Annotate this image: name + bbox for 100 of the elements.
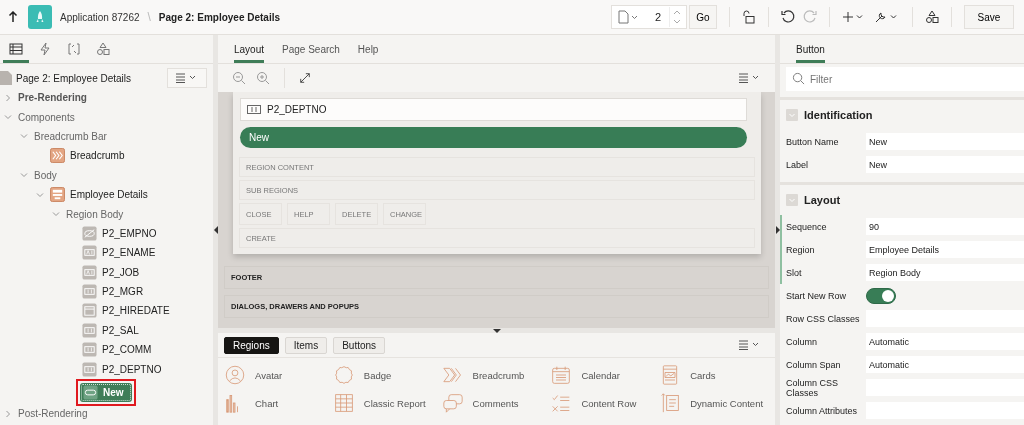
tree-node[interactable]: Body (34, 169, 57, 181)
gallery-item[interactable]: Badge (363, 369, 392, 381)
page-selector[interactable]: 2 (611, 5, 687, 29)
spinner-icon[interactable] (669, 7, 682, 27)
page-caret-icon[interactable] (618, 10, 640, 24)
gallery-item[interactable]: Cards (690, 369, 716, 381)
tree-node[interactable]: Post-Rendering (18, 408, 88, 420)
chevron-right-icon[interactable] (4, 409, 12, 418)
button-icon (83, 384, 98, 400)
page-number-field[interactable]: 2 (644, 11, 665, 23)
rocket-app-icon[interactable] (28, 5, 52, 29)
go-button[interactable]: Go (689, 5, 717, 29)
property-field[interactable]: New (866, 133, 1024, 150)
property-field[interactable]: New (866, 156, 1024, 173)
gallery-tab[interactable]: Regions (224, 336, 279, 354)
expand-icon[interactable] (299, 72, 311, 84)
page-node[interactable]: Page 2: Employee Details (16, 72, 132, 84)
property-label: Slot (785, 267, 803, 278)
tree-node[interactable]: P2_HIREDATE (82, 303, 170, 319)
text-field-icon (82, 245, 97, 261)
tree-node[interactable]: P2_SAL (82, 322, 139, 338)
menu-button[interactable] (167, 68, 207, 88)
tree-node[interactable]: New (80, 382, 132, 402)
property-label: Sequence (785, 221, 828, 232)
item-field[interactable]: P2_DEPTNO (240, 98, 747, 121)
group-title: Layout (804, 194, 841, 206)
tree-node[interactable]: Components (18, 111, 75, 123)
chevron-down-icon[interactable] (52, 210, 60, 219)
chevrons-icon (442, 365, 463, 385)
layout-tab[interactable]: Layout (234, 35, 265, 63)
layout-tab[interactable]: Page Search (282, 35, 340, 63)
tree-node[interactable]: P2_JOB (82, 264, 140, 280)
gallery-item[interactable]: Calendar (581, 369, 620, 381)
property-label: Column (785, 336, 818, 347)
calendar-icon (551, 365, 572, 385)
menu-caret-icon (176, 73, 198, 83)
checklist-icon (551, 393, 572, 413)
layout-tab[interactable]: Help (357, 35, 379, 63)
number-field-icon (82, 342, 97, 358)
tree-node[interactable]: Breadcrumb (50, 148, 125, 164)
filter-field[interactable]: Filter (786, 67, 1024, 91)
tree-node[interactable]: Region Body (66, 208, 124, 220)
new-button[interactable]: New (240, 127, 747, 148)
zoom-out-icon[interactable] (232, 71, 246, 85)
gallery-item[interactable]: Avatar (255, 369, 283, 381)
property-field[interactable]: Employee Details (866, 241, 1024, 258)
breadcrumb-separator: \ (147, 10, 151, 24)
toggle-switch[interactable] (866, 287, 896, 304)
application-link[interactable]: Application 87262 (60, 11, 140, 23)
up-arrow-icon[interactable] (8, 11, 18, 23)
collapse-icon[interactable] (786, 109, 798, 121)
calendar-icon (82, 303, 97, 319)
gallery-item[interactable]: Comments (472, 397, 519, 409)
gallery-item[interactable]: Chart (255, 397, 279, 409)
property-label: Row CSS Classes (785, 313, 861, 324)
tree-node[interactable]: P2_COMM (82, 342, 152, 358)
shapes-icon[interactable] (925, 10, 939, 24)
tree-node[interactable]: P2_ENAME (82, 245, 156, 261)
table-icon (333, 393, 354, 413)
gallery-item[interactable]: Breadcrumb (472, 369, 525, 381)
collapse-icon[interactable] (786, 194, 798, 206)
property-label: Button Name (785, 136, 840, 147)
tree-node[interactable]: P2_MGR (82, 284, 144, 300)
chevron-down-icon[interactable] (20, 132, 28, 141)
property-label: Column Attributes (785, 405, 859, 416)
tree-node[interactable]: P2_DEPTNO (82, 361, 162, 377)
undo-icon[interactable] (781, 10, 795, 24)
number-field-icon (82, 284, 97, 300)
save-button[interactable]: Save (964, 5, 1014, 29)
property-label: Label (785, 159, 810, 170)
property-field[interactable]: Region Body (866, 264, 1024, 281)
unlocked-padlock-icon[interactable] (742, 10, 756, 24)
gallery-tab[interactable]: Buttons (333, 336, 386, 354)
gallery-item[interactable]: Dynamic Content (690, 397, 764, 409)
tree-node[interactable]: P2_EMPNO (82, 225, 157, 241)
menu-caret-icon[interactable] (739, 340, 761, 350)
number-field-icon (82, 361, 97, 377)
gallery-item[interactable]: Classic Report (363, 397, 426, 409)
property-label: Column CSS Classes (785, 377, 840, 398)
property-tab[interactable]: Button (796, 35, 825, 63)
tree-node[interactable]: Employee Details (50, 187, 148, 203)
hidden-eye-icon (82, 225, 97, 241)
property-field[interactable]: 90 (866, 218, 1024, 235)
region-icon (50, 187, 65, 203)
tree-node[interactable]: Pre-Rendering (18, 92, 87, 104)
chevron-right-icon[interactable] (4, 93, 12, 102)
chevron-down-icon[interactable] (4, 113, 12, 122)
chevron-down-icon[interactable] (36, 190, 44, 199)
redo-icon[interactable] (803, 10, 817, 24)
page-title: Page 2: Employee Details (158, 11, 281, 23)
page-icon (0, 71, 12, 85)
chevron-down-icon[interactable] (20, 171, 28, 180)
tree-node[interactable]: Breadcrumb Bar (34, 130, 107, 142)
property-field[interactable]: Automatic (866, 333, 1024, 350)
property-field[interactable]: Automatic (866, 356, 1024, 373)
zoom-in-icon[interactable] (256, 71, 270, 85)
gallery-tab[interactable]: Items (284, 336, 328, 354)
group-title: Identification (804, 109, 873, 121)
menu-caret-icon[interactable] (739, 73, 761, 83)
gallery-item[interactable]: Content Row (581, 397, 637, 409)
